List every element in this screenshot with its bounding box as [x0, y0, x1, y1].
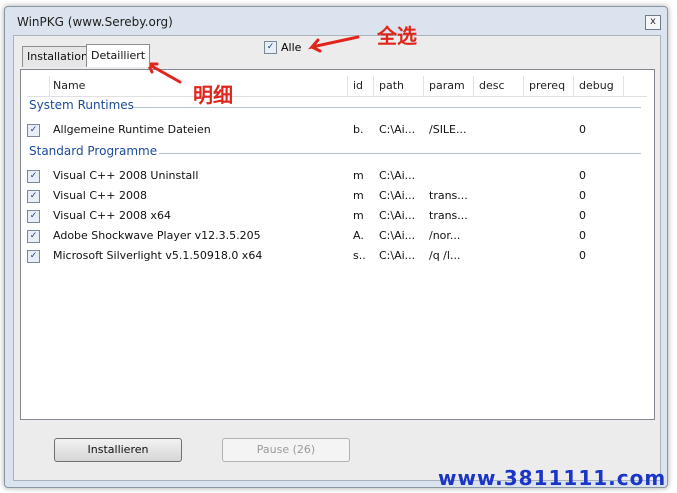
annotation-detail: 明细 — [193, 83, 233, 107]
arrow-detail — [144, 60, 182, 84]
annotation-arrows — [144, 35, 360, 84]
watermark: www.3811111.com — [438, 466, 667, 490]
arrow-select-all — [307, 35, 360, 53]
annotation-select-all: 全选 — [377, 24, 417, 48]
tab-detailliert[interactable]: Detailliert — [86, 44, 151, 67]
